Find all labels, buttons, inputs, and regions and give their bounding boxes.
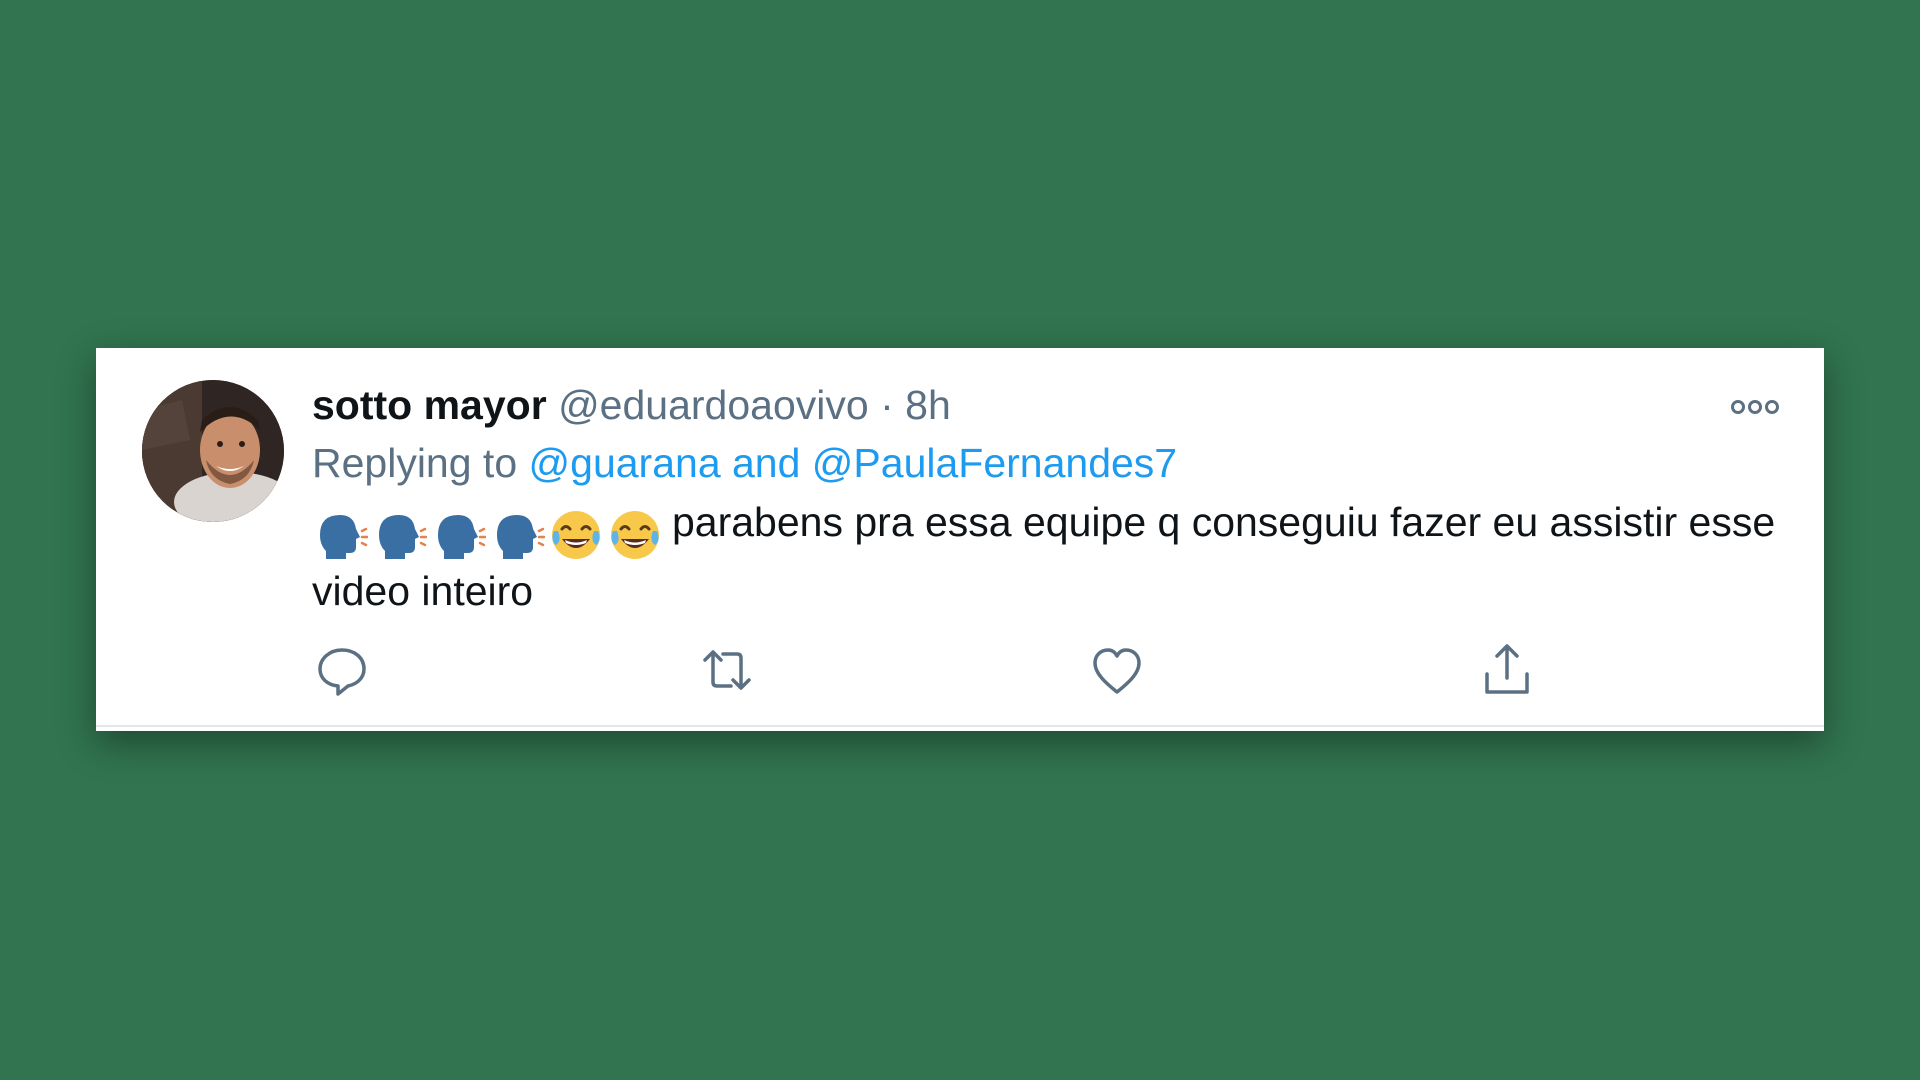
speaking-head-icon bbox=[438, 515, 486, 560]
avatar[interactable] bbox=[142, 380, 284, 522]
like-icon bbox=[1093, 648, 1141, 694]
separator-dot: · bbox=[880, 382, 894, 428]
tears-of-joy-icon bbox=[552, 511, 600, 560]
display-name[interactable]: sotto mayor bbox=[312, 382, 547, 428]
tweet-time[interactable]: 8h bbox=[905, 382, 951, 428]
divider bbox=[96, 725, 1824, 727]
tweet-content: sotto mayor @eduardoaovivo · 8h Replying… bbox=[312, 378, 1784, 619]
more-options-icon[interactable] bbox=[1730, 396, 1780, 418]
user-handle[interactable]: @eduardoaovivo bbox=[558, 382, 869, 428]
reply-targets-link[interactable]: @guarana and @PaulaFernandes7 bbox=[529, 440, 1178, 486]
reply-context: Replying to @guarana and @PaulaFernandes… bbox=[312, 434, 1784, 492]
speaking-head-icon bbox=[379, 515, 427, 560]
tweet-text: parabens pra essa equipe q conseguiu faz… bbox=[312, 494, 1782, 619]
reply-icon bbox=[318, 648, 366, 696]
retweet-icon bbox=[703, 650, 751, 690]
share-icon bbox=[1485, 644, 1529, 694]
reply-prefix: Replying to bbox=[312, 440, 518, 486]
share-button[interactable] bbox=[1477, 640, 1537, 700]
like-button[interactable] bbox=[1087, 640, 1147, 700]
emoji-group bbox=[312, 504, 666, 563]
tears-of-joy-icon bbox=[611, 511, 659, 560]
tweet-actions bbox=[312, 640, 1612, 700]
reply-button[interactable] bbox=[312, 640, 372, 700]
retweet-button[interactable] bbox=[697, 640, 757, 700]
tweet-header: sotto mayor @eduardoaovivo · 8h bbox=[312, 378, 1784, 432]
speaking-head-icon bbox=[497, 515, 545, 560]
tweet-card[interactable]: sotto mayor @eduardoaovivo · 8h Replying… bbox=[96, 348, 1824, 731]
speaking-head-icon bbox=[320, 515, 368, 560]
